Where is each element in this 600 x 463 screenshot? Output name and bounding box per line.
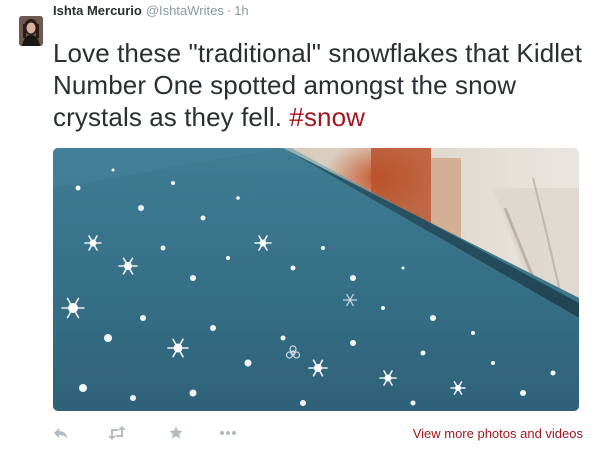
author-display-name[interactable]: Ishta Mercurio (53, 0, 142, 22)
tweet-text-line-3-body: crystals as they fell. (53, 102, 290, 132)
view-more-media-link[interactable]: View more photos and videos (413, 426, 583, 441)
retweet-button[interactable] (107, 423, 127, 443)
tweet-card: Ishta Mercurio @IshtaWrites · 1h Love th… (0, 0, 600, 463)
retweet-icon (108, 426, 126, 440)
reply-icon (54, 428, 67, 438)
tweet-media-photo[interactable] (53, 148, 579, 411)
tweet-actions: View more photos and videos (53, 423, 583, 443)
tweet-text-line-3: crystals as they fell. #snow (53, 101, 593, 133)
author-avatar[interactable] (19, 16, 43, 46)
tweet-text-line-1: Love these "traditional" snowflakes that… (53, 38, 583, 68)
favorite-button[interactable] (169, 423, 183, 443)
more-icon (220, 431, 236, 435)
tweet-text-line-2: Number One spotted amongst the snow (53, 70, 517, 100)
favorite-icon (169, 426, 183, 439)
avatar-image (19, 16, 43, 46)
more-button[interactable] (219, 423, 237, 443)
meta-separator: · (226, 3, 232, 18)
author-handle[interactable]: @IshtaWrites (146, 0, 224, 22)
reply-button[interactable] (53, 423, 69, 443)
snowflake-photo (53, 148, 579, 411)
hashtag-link[interactable]: #snow (289, 102, 365, 132)
tweet-header: Ishta Mercurio @IshtaWrites · 1h (53, 0, 249, 22)
tweet-text: Love these "traditional" snowflakes that… (53, 37, 593, 133)
tweet-timestamp[interactable]: 1h (234, 0, 248, 22)
